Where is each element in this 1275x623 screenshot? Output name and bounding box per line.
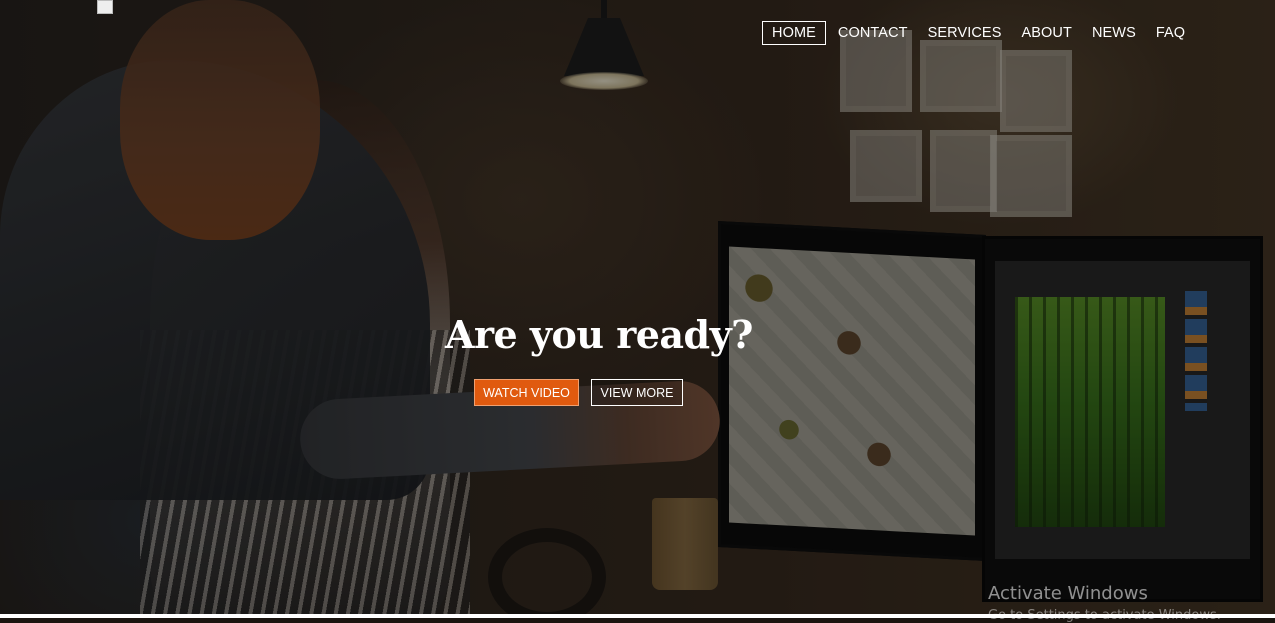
activate-windows-subtitle: Go to Settings to activate Windows. xyxy=(988,608,1221,623)
nav-item-about[interactable]: ABOUT xyxy=(1021,24,1071,42)
hero-headline: Are you ready? xyxy=(445,312,753,357)
activate-windows-title: Activate Windows xyxy=(988,583,1148,604)
nav-item-news[interactable]: NEWS xyxy=(1092,24,1136,42)
watch-video-button[interactable]: WATCH VIDEO xyxy=(474,379,579,406)
view-more-button[interactable]: VIEW MORE xyxy=(591,379,683,406)
logo-broken-image-icon[interactable] xyxy=(97,0,113,14)
main-nav: HOME CONTACT SERVICES ABOUT NEWS FAQ xyxy=(762,20,1185,45)
nav-item-faq[interactable]: FAQ xyxy=(1156,24,1185,42)
nav-item-home[interactable]: HOME xyxy=(762,20,826,45)
dark-overlay xyxy=(0,0,1275,614)
nav-item-services[interactable]: SERVICES xyxy=(928,24,1002,42)
nav-item-contact[interactable]: CONTACT xyxy=(838,24,908,42)
hero-background xyxy=(0,0,1275,614)
